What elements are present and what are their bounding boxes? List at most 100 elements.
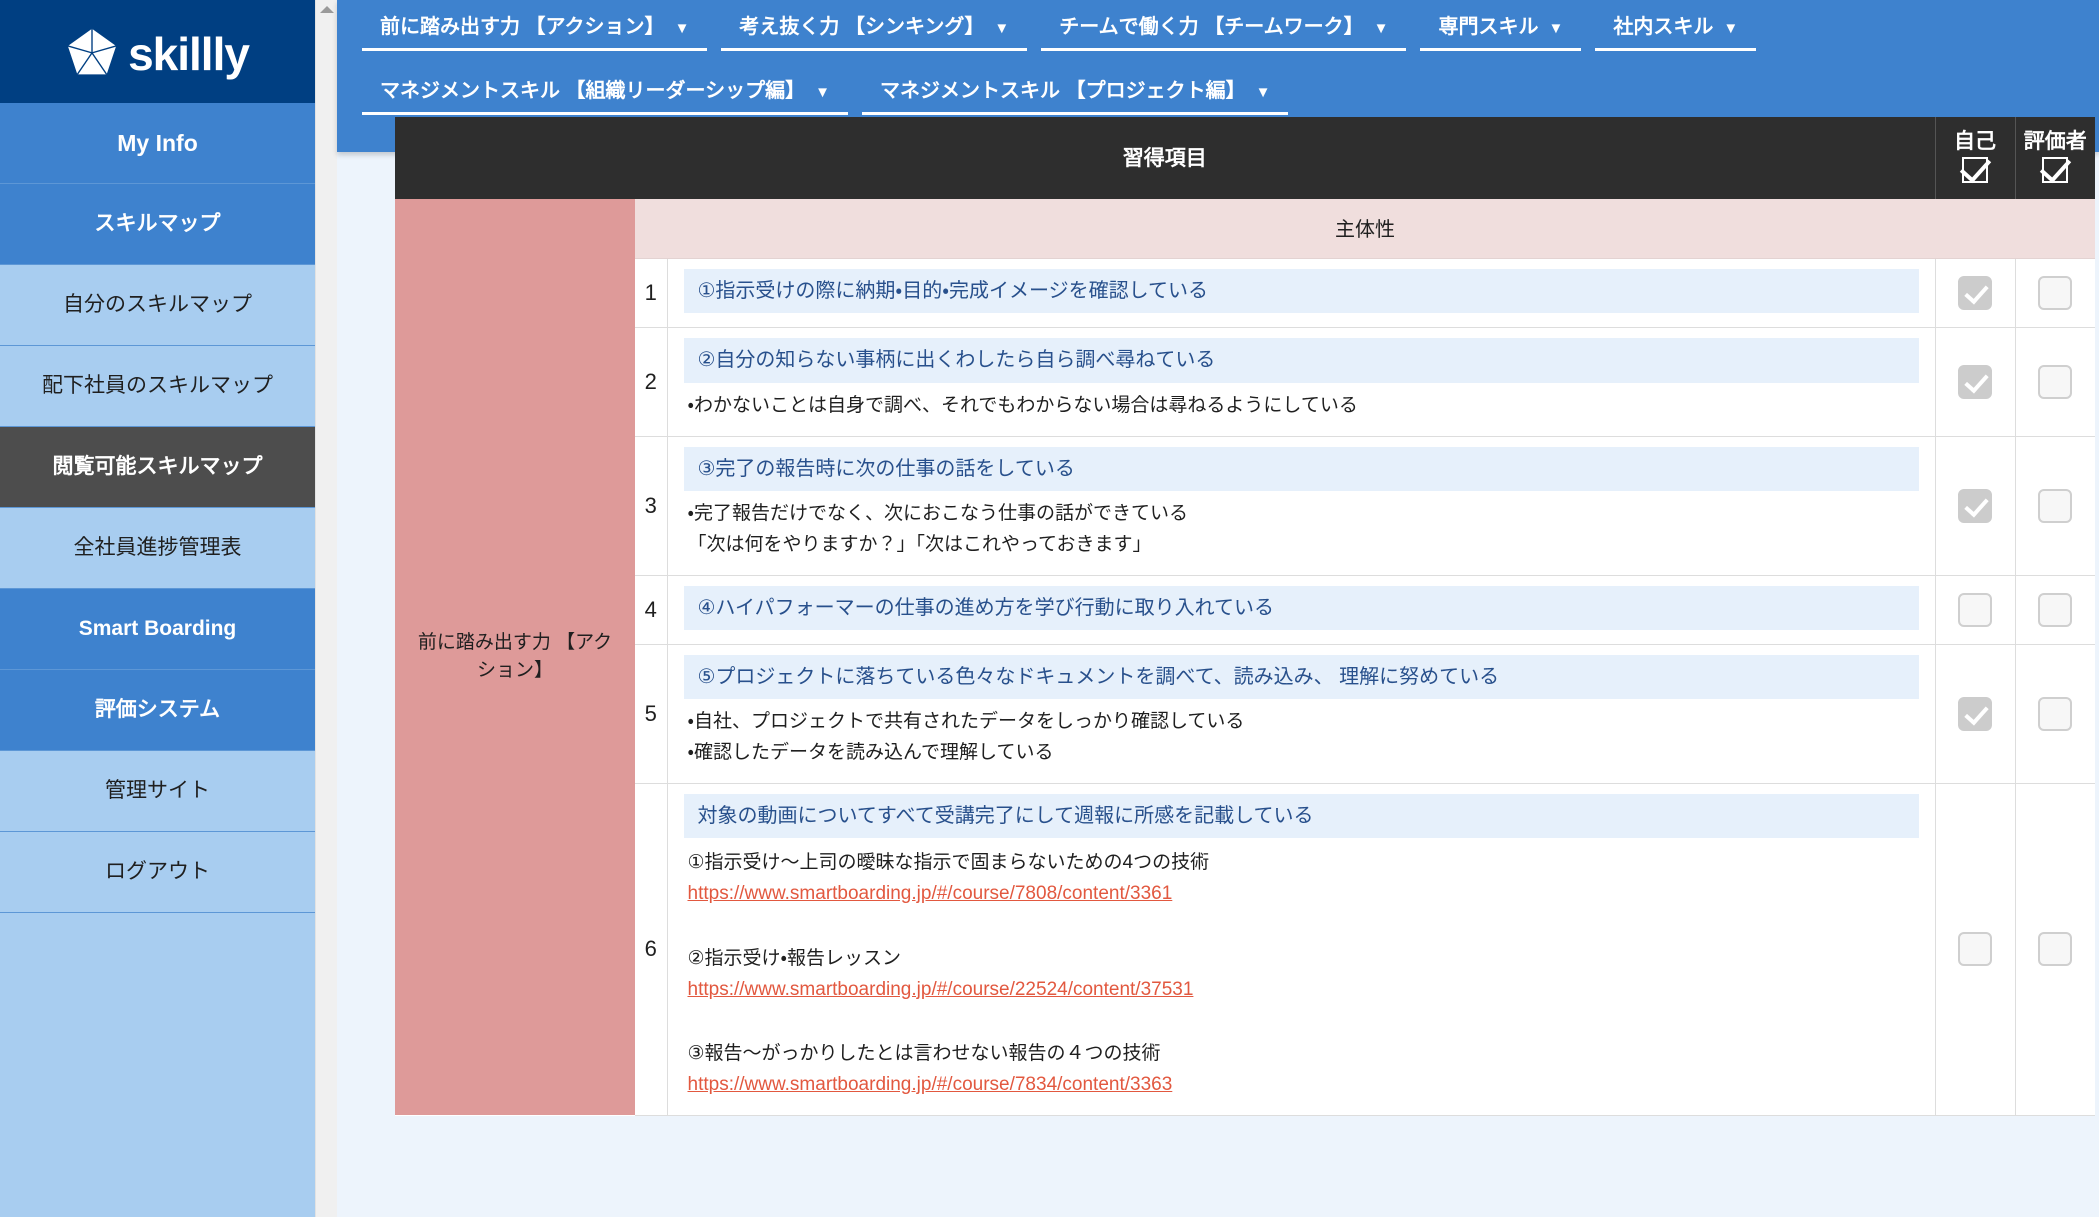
self-checkbox-cell[interactable]: [1935, 575, 2015, 644]
chevron-down-icon: ▼: [1256, 84, 1271, 101]
self-checkbox[interactable]: [1958, 593, 1992, 627]
evaluator-checkbox[interactable]: [2038, 932, 2072, 966]
topnav-item-internal-skill[interactable]: 社内スキル ▼: [1595, 10, 1756, 51]
sidebar-item-viewable-skillmap[interactable]: 閲覧可能スキルマップ: [0, 427, 315, 508]
self-checkbox[interactable]: [1958, 489, 1992, 523]
evaluator-check-all-icon[interactable]: [2042, 157, 2068, 183]
main-content: 前に踏み出す力 【アクション】 ▼ 考え抜く力 【シンキング】 ▼ チームで働く…: [337, 0, 2099, 1217]
topnav-item-teamwork[interactable]: チームで働く力 【チームワーク】 ▼: [1041, 10, 1406, 51]
row-item-title: ⑤プロジェクトに落ちている色々なドキュメントを調べて、読み込み、 理解に努めてい…: [684, 655, 1919, 699]
self-checkbox[interactable]: [1958, 276, 1992, 310]
table-row: 5 ⑤プロジェクトに落ちている色々なドキュメントを調べて、読み込み、 理解に努め…: [395, 644, 2095, 783]
chevron-down-icon: ▼: [1723, 20, 1738, 37]
self-checkbox[interactable]: [1958, 697, 1992, 731]
column-header-item: 習得項目: [395, 117, 1935, 199]
sidebar-item-label: Smart Boarding: [79, 616, 237, 642]
self-checkbox-cell[interactable]: [1935, 783, 2015, 1115]
row-item-resource-3: ③報告〜がっかりしたとは言わせない報告の４つの技術 https://www.sm…: [684, 1029, 1919, 1101]
row-number: 1: [635, 259, 667, 328]
topnav-item-label: 前に踏み出す力 【アクション】: [380, 10, 665, 39]
brand-header[interactable]: skillly: [0, 0, 315, 103]
sidebar-item-label: 評価システム: [95, 697, 220, 723]
sidebar-item-subordinate-skillmap[interactable]: 配下社員のスキルマップ: [0, 346, 315, 427]
self-checkbox[interactable]: [1958, 932, 1992, 966]
evaluator-checkbox[interactable]: [2038, 365, 2072, 399]
topnav-item-action[interactable]: 前に踏み出す力 【アクション】 ▼: [362, 10, 707, 51]
sidebar-item-smart-boarding[interactable]: Smart Boarding: [0, 589, 315, 670]
row-item-title: ②自分の知らない事柄に出くわしたら自ら調べ尋ねている: [684, 338, 1919, 382]
row-item-title: ③完了の報告時に次の仕事の話をしている: [684, 447, 1919, 491]
resource-label: ①指示受け〜上司の曖昧な指示で固まらないための4つの技術: [688, 848, 1915, 879]
chevron-down-icon: ▼: [1548, 20, 1563, 37]
page-scrollbar[interactable]: [315, 0, 337, 1217]
self-check-all-icon[interactable]: [1962, 157, 1988, 183]
row-item-description: ・わかないことは自身で調べ、それでもわからない場合は尋ねるようにしている: [684, 383, 1919, 422]
table-row: 6 対象の動画についてすべて受講完了にして週報に所感を記載している ①指示受け〜…: [395, 783, 2095, 1115]
topnav-item-label: 考え抜く力 【シンキング】: [739, 10, 984, 39]
pentagon-logo-icon: [66, 27, 118, 77]
table-head: 習得項目 自己 評価者: [395, 117, 2095, 199]
row-item-description: ・完了報告だけでなく、次におこなう仕事の話ができている 「次は何をやりますか？」…: [684, 491, 1919, 561]
sidebar: skillly My Info スキルマップ 自分のスキルマップ 配下社員のスキ…: [0, 0, 315, 1217]
row-item: ④ハイパフォーマーの仕事の進め方を学び行動に取り入れている: [667, 575, 1935, 644]
resource-link[interactable]: https://www.smartboarding.jp/#/course/78…: [688, 879, 1915, 910]
sidebar-item-skillmap[interactable]: スキルマップ: [0, 184, 315, 265]
sidebar-item-admin-site[interactable]: 管理サイト: [0, 751, 315, 832]
spacer: [684, 1005, 1919, 1029]
sidebar-item-label: My Info: [117, 129, 198, 158]
sidebar-item-label: 自分のスキルマップ: [63, 292, 252, 318]
sidebar-item-label: 全社員進捗管理表: [74, 535, 242, 561]
column-header-evaluator: 評価者: [2015, 117, 2095, 199]
evaluator-checkbox[interactable]: [2038, 593, 2072, 627]
sidebar-item-my-info[interactable]: My Info: [0, 103, 315, 184]
sidebar-item-evaluation-system[interactable]: 評価システム: [0, 670, 315, 751]
resource-link[interactable]: https://www.smartboarding.jp/#/course/78…: [688, 1070, 1915, 1101]
evaluator-checkbox-cell[interactable]: [2015, 783, 2095, 1115]
evaluator-checkbox-cell[interactable]: [2015, 644, 2095, 783]
evaluator-checkbox-cell[interactable]: [2015, 436, 2095, 575]
chevron-down-icon: ▼: [1374, 20, 1389, 37]
table-row: 3 ③完了の報告時に次の仕事の話をしている ・完了報告だけでなく、次におこなう仕…: [395, 436, 2095, 575]
table-header-row: 習得項目 自己 評価者: [395, 117, 2095, 199]
self-checkbox-cell[interactable]: [1935, 328, 2015, 436]
evaluator-checkbox-cell[interactable]: [2015, 259, 2095, 328]
topnav-item-specialist-skill[interactable]: 専門スキル ▼: [1420, 10, 1581, 51]
sidebar-item-label: ログアウト: [105, 859, 210, 885]
sidebar-item-logout[interactable]: ログアウト: [0, 832, 315, 913]
topnav-item-mgmt-leadership[interactable]: マネジメントスキル 【組織リーダーシップ編】 ▼: [362, 74, 848, 115]
table-row: 2 ②自分の知らない事柄に出くわしたら自ら調べ尋ねている ・わかないことは自身で…: [395, 328, 2095, 436]
scroll-up-arrow-icon[interactable]: [320, 6, 334, 13]
evaluator-checkbox[interactable]: [2038, 697, 2072, 731]
table-row: 4 ④ハイパフォーマーの仕事の進め方を学び行動に取り入れている: [395, 575, 2095, 644]
self-checkbox-cell[interactable]: [1935, 644, 2015, 783]
self-checkbox-cell[interactable]: [1935, 259, 2015, 328]
row-number: 2: [635, 328, 667, 436]
section-title-cell: 主体性: [635, 199, 2095, 259]
evaluator-checkbox[interactable]: [2038, 276, 2072, 310]
row-item: ①指示受けの際に納期・目的・完成イメージを確認している: [667, 259, 1935, 328]
row-item-resource-2: ②指示受け・報告レッスン https://www.smartboarding.j…: [684, 934, 1919, 1006]
topnav-item-label: マネジメントスキル 【プロジェクト編】: [880, 74, 1246, 103]
table-row: 1 ①指示受けの際に納期・目的・完成イメージを確認している: [395, 259, 2095, 328]
topnav-item-mgmt-project[interactable]: マネジメントスキル 【プロジェクト編】 ▼: [862, 74, 1288, 115]
self-checkbox-cell[interactable]: [1935, 436, 2015, 575]
row-item: ⑤プロジェクトに落ちている色々なドキュメントを調べて、読み込み、 理解に努めてい…: [667, 644, 1935, 783]
row-item: ②自分の知らない事柄に出くわしたら自ら調べ尋ねている ・わかないことは自身で調べ…: [667, 328, 1935, 436]
resource-label: ③報告〜がっかりしたとは言わせない報告の４つの技術: [688, 1039, 1915, 1070]
evaluator-checkbox[interactable]: [2038, 489, 2072, 523]
chevron-down-icon: ▼: [815, 84, 830, 101]
category-cell: 前に踏み出す力 【アクション】: [395, 199, 635, 1115]
self-checkbox[interactable]: [1958, 365, 1992, 399]
sidebar-item-label: スキルマップ: [95, 211, 221, 237]
sidebar-item-my-skillmap[interactable]: 自分のスキルマップ: [0, 265, 315, 346]
navbar-row-2: マネジメントスキル 【組織リーダーシップ編】 ▼ マネジメントスキル 【プロジェ…: [357, 74, 2079, 115]
sidebar-item-all-employee-progress[interactable]: 全社員進捗管理表: [0, 508, 315, 589]
evaluator-checkbox-cell[interactable]: [2015, 328, 2095, 436]
app-root: skillly My Info スキルマップ 自分のスキルマップ 配下社員のスキ…: [0, 0, 2099, 1217]
resource-link[interactable]: https://www.smartboarding.jp/#/course/22…: [688, 975, 1915, 1006]
sidebar-item-label: 配下社員のスキルマップ: [42, 373, 273, 399]
topnav-item-thinking[interactable]: 考え抜く力 【シンキング】 ▼: [721, 10, 1027, 51]
spacer: [684, 910, 1919, 934]
sidebar-item-label: 閲覧可能スキルマップ: [53, 454, 263, 480]
evaluator-checkbox-cell[interactable]: [2015, 575, 2095, 644]
